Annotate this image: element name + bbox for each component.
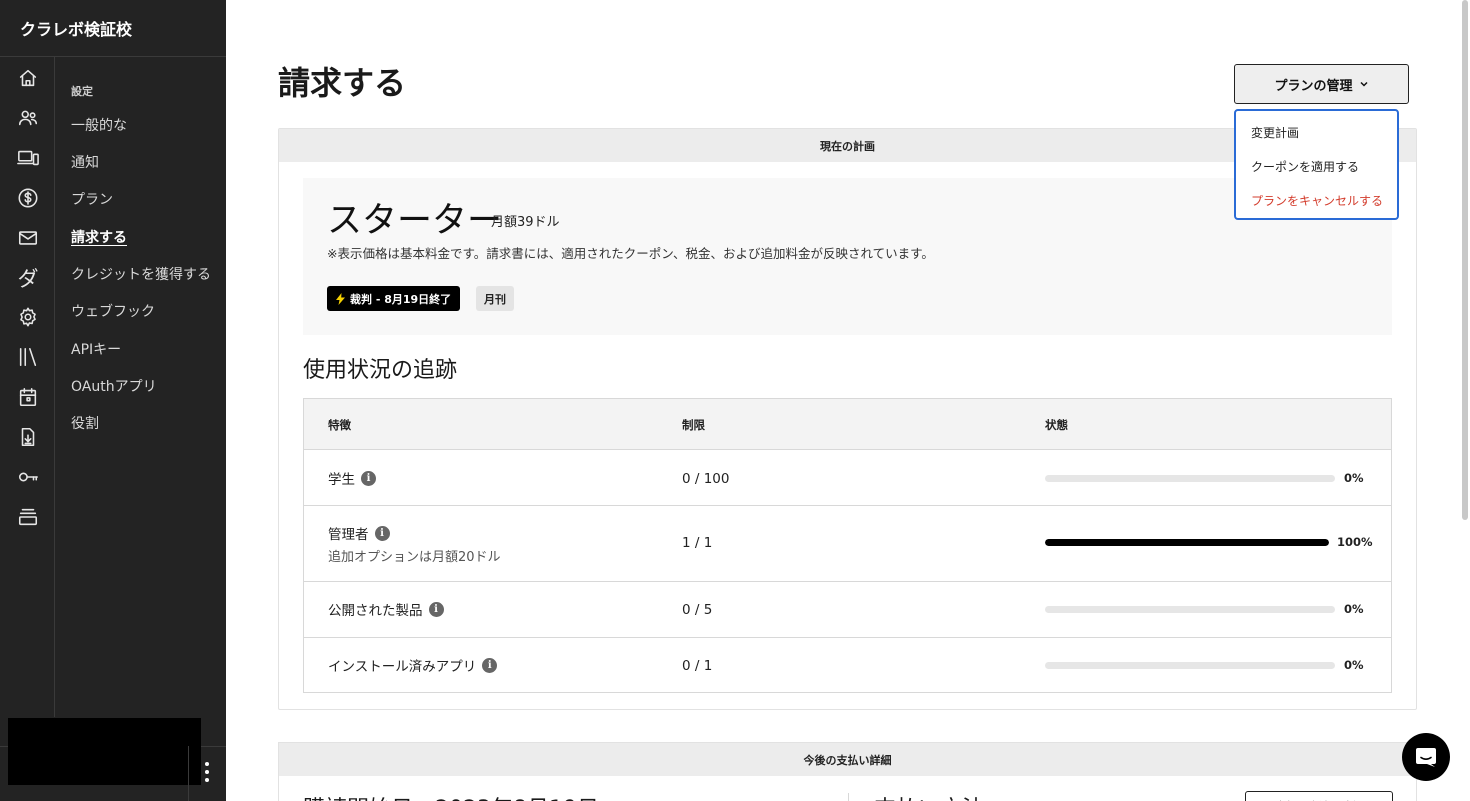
usage-table-header: 特徴 制限 状態: [304, 399, 1391, 450]
trial-badge: 裁判 - 8月19日終了: [327, 286, 461, 311]
feature-name: 公開された製品 i: [328, 599, 444, 619]
feature-subtext: 追加オプションは月額20ドル: [328, 550, 501, 565]
page-title: 請求する: [278, 64, 407, 102]
feature-name: 学生 i: [328, 468, 376, 488]
chat-icon: [1416, 748, 1436, 767]
nav-section-label: 設定: [71, 85, 93, 98]
feature-name: インストール済みアプリ i: [328, 655, 498, 675]
usage-progress-bar: [1045, 606, 1335, 613]
nav-item-roles[interactable]: 役割: [71, 413, 99, 433]
chevron-down-icon: [1359, 81, 1368, 87]
users-icon[interactable]: [15, 105, 41, 131]
upcoming-payment-card: 今後の支払い詳細 購読開始日：2023年8月19日 支払い方法 支払い方法を追加: [278, 742, 1417, 801]
plan-price-note: ※表示価格は基本料金です。請求書には、適用されたクーポン、税金、および追加料金が…: [327, 246, 934, 261]
billing-period-badge: 月刊: [476, 286, 514, 311]
feature-label: 公開された製品: [328, 603, 423, 619]
sidebar: クラレボ検証校 ダ 設定 一般的な 通知 プラン 請求する クレジットを獲得する…: [0, 0, 226, 801]
usage-percent: 0%: [1344, 658, 1364, 672]
column-limit: 制限: [682, 418, 705, 432]
table-row: インストール済みアプリ i 0 / 1 0%: [304, 638, 1391, 692]
library-icon[interactable]: [15, 344, 41, 370]
nav-item-billing[interactable]: 請求する: [71, 227, 127, 247]
chat-launcher-button[interactable]: [1402, 733, 1450, 781]
usage-progress-fill: [1045, 539, 1329, 546]
column-status: 状態: [1045, 418, 1068, 432]
lightning-icon: [336, 292, 345, 305]
trial-badge-label: 裁判 - 8月19日終了: [350, 292, 452, 306]
card-divider: [848, 793, 849, 801]
footer-separator: [188, 746, 189, 801]
plan-name: スターター: [327, 201, 503, 241]
nav-item-webhooks[interactable]: ウェブフック: [71, 301, 155, 321]
menu-item-cancel-plan[interactable]: プランをキャンセルする: [1251, 192, 1383, 209]
nav-item-earn-credits[interactable]: クレジットを獲得する: [71, 264, 211, 284]
key-icon[interactable]: [15, 464, 41, 490]
limit-value: 0 / 1: [682, 658, 713, 674]
download-icon[interactable]: [15, 424, 41, 450]
feature-label: 管理者: [328, 527, 369, 543]
usage-title: 使用状況の追跡: [303, 358, 458, 383]
home-icon[interactable]: [15, 65, 41, 91]
limit-value: 0 / 5: [682, 602, 713, 618]
menu-item-apply-coupon[interactable]: クーポンを適用する: [1251, 158, 1359, 175]
usage-table: 特徴 制限 状態 学生 i 0 / 100 0% 管理者 i 追加オプションは月…: [303, 398, 1392, 693]
manage-plan-button[interactable]: プランの管理: [1234, 64, 1409, 104]
feature-name: 管理者 i: [328, 523, 390, 543]
payment-method-title: 支払い方法: [874, 791, 984, 801]
info-icon[interactable]: i: [361, 470, 376, 486]
subscription-start-date: 購読開始日：2023年8月19日: [303, 791, 599, 801]
nav-item-plan[interactable]: プラン: [71, 189, 113, 209]
manage-plan-dropdown: 変更計画 クーポンを適用する プランをキャンセルする: [1234, 109, 1399, 220]
table-row: 学生 i 0 / 100 0%: [304, 450, 1391, 506]
usage-progress-bar: [1045, 539, 1329, 546]
gear-icon[interactable]: [15, 304, 41, 330]
column-feature: 特徴: [328, 418, 351, 432]
plan-price: 月額39ドル: [491, 215, 560, 230]
nav-item-oauth-apps[interactable]: OAuthアプリ: [71, 376, 157, 396]
manage-plan-label: プランの管理: [1274, 78, 1353, 94]
usage-progress-bar: [1045, 475, 1335, 482]
limit-value: 0 / 100: [682, 471, 730, 487]
feature-label: 学生: [328, 472, 355, 488]
usage-percent: 0%: [1344, 602, 1364, 616]
info-icon[interactable]: i: [428, 601, 444, 617]
da-glyph-icon[interactable]: ダ: [15, 265, 41, 291]
account-redacted[interactable]: [8, 718, 201, 785]
nav-item-notifications[interactable]: 通知: [71, 152, 99, 172]
add-payment-method-button[interactable]: 支払い方法を追加: [1245, 791, 1393, 801]
upcoming-payment-header: 今後の支払い詳細: [279, 743, 1416, 776]
info-icon[interactable]: i: [482, 657, 498, 673]
limit-value: 1 / 1: [682, 535, 713, 551]
calendar-icon[interactable]: [15, 384, 41, 410]
more-options-icon[interactable]: [200, 762, 214, 782]
org-name[interactable]: クラレボ検証校: [0, 0, 226, 57]
devices-icon[interactable]: [15, 145, 41, 171]
page-scrollbar[interactable]: [1462, 0, 1468, 520]
table-row: 管理者 i 追加オプションは月額20ドル 1 / 1 100%: [304, 506, 1391, 582]
usage-percent: 0%: [1344, 471, 1364, 485]
info-icon[interactable]: i: [374, 525, 390, 541]
nav-item-api-keys[interactable]: APIキー: [71, 339, 121, 359]
feature-label: インストール済みアプリ: [328, 659, 477, 675]
stack-icon[interactable]: [15, 504, 41, 530]
icon-rail: ダ: [0, 57, 55, 717]
plan-summary: スターター 月額39ドル ※表示価格は基本料金です。請求書には、適用されたクーポ…: [303, 178, 1392, 335]
usage-percent: 100%: [1337, 535, 1373, 549]
menu-item-change-plan[interactable]: 変更計画: [1251, 124, 1299, 141]
nav-item-general[interactable]: 一般的な: [71, 115, 127, 135]
dollar-icon[interactable]: [15, 185, 41, 211]
usage-progress-bar: [1045, 662, 1335, 669]
table-row: 公開された製品 i 0 / 5 0%: [304, 582, 1391, 638]
mail-icon[interactable]: [15, 225, 41, 251]
